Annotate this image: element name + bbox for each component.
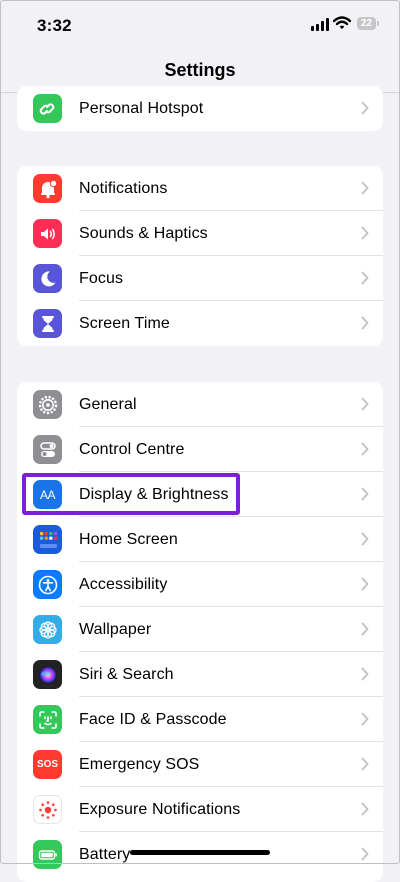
settings-row-notifications[interactable]: Notifications: [17, 166, 383, 211]
settings-row-general[interactable]: General: [17, 382, 383, 427]
wifi-icon: [333, 16, 351, 29]
chevron-right-icon: [361, 397, 369, 411]
chevron-right-icon: [361, 667, 369, 681]
settings-row-sounds-haptics[interactable]: Sounds & Haptics: [17, 211, 383, 256]
chevron-right-icon: [361, 622, 369, 636]
battery-cap: [377, 21, 379, 26]
chevron-right-icon: [361, 712, 369, 726]
settings-row-face-id-passcode[interactable]: Face ID & Passcode: [17, 697, 383, 742]
settings-group-notifications: Notifications Sounds & Haptics Focus Scr…: [17, 166, 383, 346]
chevron-right-icon: [361, 101, 369, 115]
screen-time-hourglass-icon: [33, 309, 62, 338]
row-label: Siri & Search: [79, 666, 174, 683]
status-bar: 3:32 22: [0, 0, 400, 48]
focus-moon-icon: [33, 264, 62, 293]
sounds-icon: [33, 219, 62, 248]
settings-row-emergency-sos[interactable]: SOS Emergency SOS: [17, 742, 383, 787]
row-label: Emergency SOS: [79, 756, 200, 773]
settings-row-siri-search[interactable]: Siri & Search: [17, 652, 383, 697]
page-title: Settings: [164, 60, 236, 80]
exposure-notifications-icon: [33, 795, 62, 824]
row-label: Accessibility: [79, 576, 168, 593]
chevron-right-icon: [361, 487, 369, 501]
settings-row-accessibility[interactable]: Accessibility: [17, 562, 383, 607]
settings-row-focus[interactable]: Focus: [17, 256, 383, 301]
row-label: Home Screen: [79, 531, 178, 548]
row-label: Notifications: [79, 180, 168, 197]
chevron-right-icon: [361, 532, 369, 546]
row-label: Personal Hotspot: [79, 100, 204, 117]
battery-level-indicator: 22: [357, 17, 376, 30]
row-label: Sounds & Haptics: [79, 225, 208, 242]
icon-text: SOS: [36, 759, 59, 770]
chevron-right-icon: [361, 442, 369, 456]
chevron-right-icon: [361, 577, 369, 591]
control-centre-toggles-icon: [33, 435, 62, 464]
home-indicator[interactable]: [130, 850, 270, 855]
settings-row-wallpaper[interactable]: Wallpaper: [17, 607, 383, 652]
settings-row-screen-time[interactable]: Screen Time: [17, 301, 383, 346]
chevron-right-icon: [361, 316, 369, 330]
settings-row-home-screen[interactable]: Home Screen: [17, 517, 383, 562]
settings-group-connectivity: Personal Hotspot: [17, 86, 383, 131]
chevron-right-icon: [361, 847, 369, 861]
row-label: Focus: [79, 270, 124, 287]
row-label: Exposure Notifications: [79, 801, 241, 818]
battery-icon: [33, 840, 62, 869]
settings-row-exposure-notifications[interactable]: Exposure Notifications: [17, 787, 383, 832]
row-label: Battery: [79, 846, 131, 863]
home-screen-grid-icon: [33, 525, 62, 554]
chevron-right-icon: [361, 757, 369, 771]
row-label: Face ID & Passcode: [79, 711, 227, 728]
chevron-right-icon: [361, 271, 369, 285]
siri-orb-icon: [33, 660, 62, 689]
personal-hotspot-icon: [33, 94, 62, 123]
notifications-icon: [33, 174, 62, 203]
row-label: General: [79, 396, 137, 413]
chevron-right-icon: [361, 181, 369, 195]
highlight-box-display-brightness: [22, 473, 240, 515]
row-label: Control Centre: [79, 441, 185, 458]
cellular-signal-icon: [311, 18, 329, 31]
chevron-right-icon: [361, 226, 369, 240]
row-label: Wallpaper: [79, 621, 152, 638]
wallpaper-flower-icon: [33, 615, 62, 644]
status-time: 3:32: [37, 16, 72, 35]
settings-group-general: General Control Centre AA Display & Brig…: [17, 382, 383, 882]
row-label: Screen Time: [79, 315, 170, 332]
chevron-right-icon: [361, 802, 369, 816]
emergency-sos-icon: SOS: [33, 750, 62, 779]
accessibility-icon: [33, 570, 62, 599]
settings-row-control-centre[interactable]: Control Centre: [17, 427, 383, 472]
general-gear-icon: [33, 390, 62, 419]
settings-row-personal-hotspot[interactable]: Personal Hotspot: [17, 86, 383, 131]
face-id-icon: [33, 705, 62, 734]
